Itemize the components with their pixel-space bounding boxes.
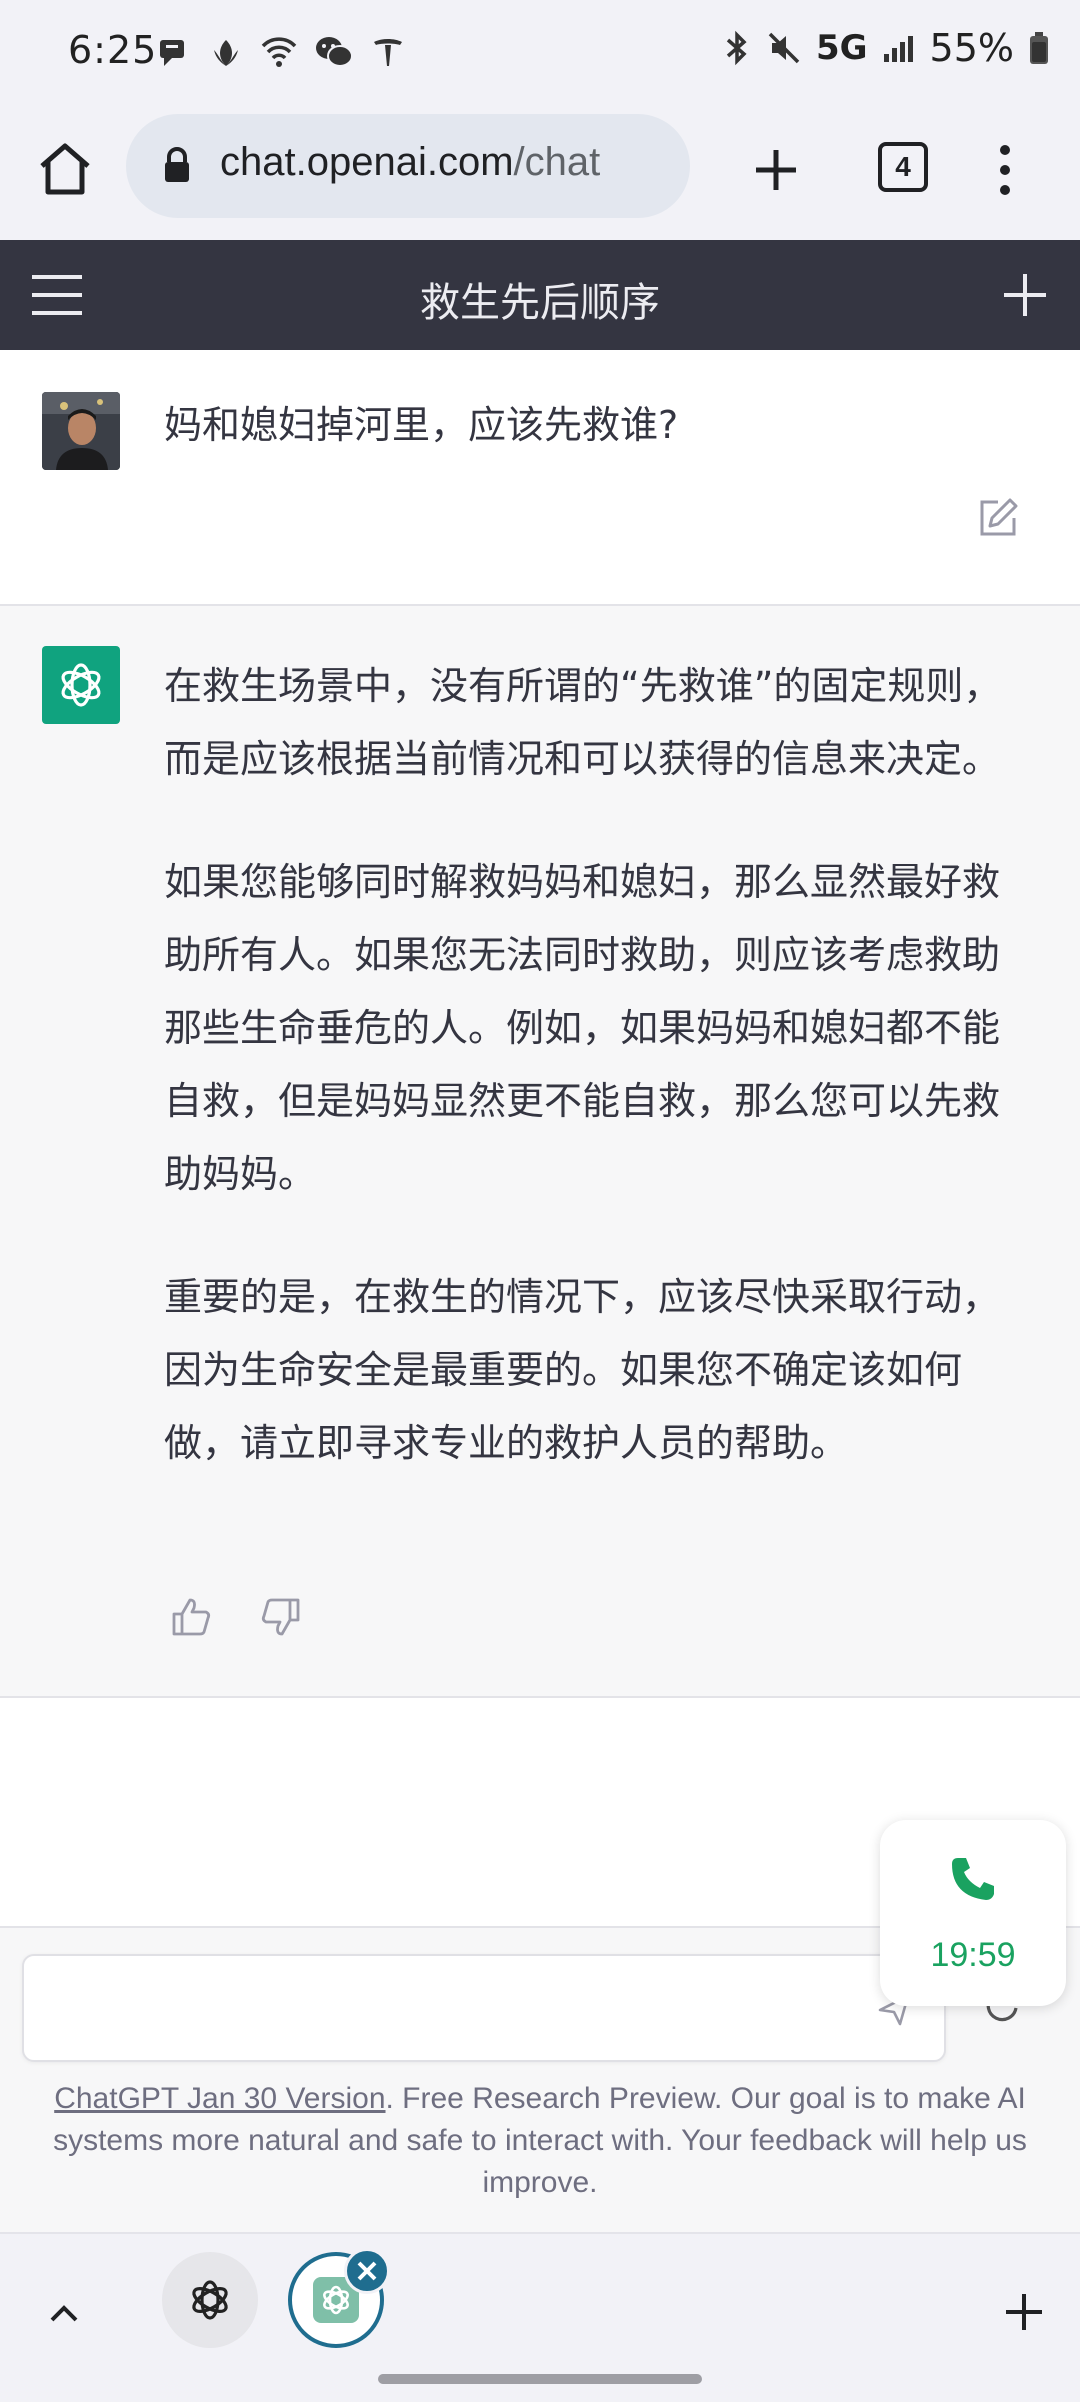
thumbs-up-icon[interactable]	[170, 1596, 212, 1638]
message-input[interactable]	[22, 1954, 946, 2062]
assistant-paragraph: 在救生场景中，没有所谓的“先救谁”的固定规则，而是应该根据当前情况和可以获得的信…	[164, 664, 1002, 781]
call-bubble[interactable]: 19:59	[880, 1820, 1066, 2006]
assistant-message: 在救生场景中，没有所谓的“先救谁”的固定规则，而是应该根据当前情况和可以获得的信…	[0, 606, 1080, 1698]
add-tab-icon[interactable]	[1002, 2290, 1046, 2334]
leaf-icon	[214, 40, 238, 66]
chevron-up-icon[interactable]	[44, 2294, 84, 2334]
openai-logo-icon	[42, 646, 120, 724]
system-icons: 5G 55%	[722, 26, 1050, 70]
wechat-icon	[316, 37, 353, 67]
assistant-paragraph: 如果您能够同时解救妈妈和媳妇，那么显然最好救助所有人。如果您无法同时救助，则应该…	[164, 860, 1001, 1196]
user-avatar	[42, 392, 120, 470]
message-icon	[160, 40, 184, 66]
new-tab-icon[interactable]	[744, 138, 808, 202]
status-bar: 6:25 5G 55%	[0, 0, 1080, 108]
mute-icon	[768, 32, 800, 64]
tab-switcher-button[interactable]: 4	[878, 142, 928, 192]
thumbs-down-icon[interactable]	[260, 1596, 302, 1638]
address-bar[interactable]: chat.openai.com/chat	[126, 114, 690, 218]
user-message-text: 妈和媳妇掉河里，应该先救谁?	[164, 403, 679, 447]
edit-icon[interactable]	[976, 496, 1020, 540]
new-chat-icon[interactable]	[1002, 272, 1048, 318]
call-timer: 19:59	[930, 1936, 1016, 1974]
more-menu-icon[interactable]	[990, 138, 1020, 202]
feedback-buttons	[170, 1596, 302, 1638]
close-tab-icon[interactable]	[344, 2248, 390, 2294]
url-host: chat.openai.com	[220, 140, 514, 184]
bluetooth-icon	[726, 30, 747, 66]
wifi-icon	[261, 37, 297, 67]
user-message: 妈和媳妇掉河里，应该先救谁?	[0, 350, 1080, 606]
home-icon[interactable]	[34, 138, 96, 200]
status-time: 6:25	[68, 28, 158, 72]
chat-header: 救生先后顺序	[0, 240, 1080, 350]
assistant-paragraph: 重要的是，在救生的情况下，应该尽快采取行动，因为生命安全是最重要的。如果您不确定…	[164, 1275, 1001, 1465]
disclaimer: ChatGPT Jan 30 Version. Free Research Pr…	[36, 2078, 1044, 2204]
url-text: chat.openai.com/chat	[220, 140, 600, 185]
browser-toolbar: chat.openai.com/chat 4	[0, 108, 1080, 240]
tab-thumbnail[interactable]	[162, 2252, 258, 2348]
url-path: /chat	[513, 140, 601, 184]
assistant-message-text: 在救生场景中，没有所谓的“先救谁”的固定规则，而是应该根据当前情况和可以获得的信…	[164, 650, 1014, 1530]
chat-title: 救生先后顺序	[420, 280, 660, 326]
version-link[interactable]: ChatGPT Jan 30 Version	[54, 2082, 385, 2115]
phone-icon	[952, 1858, 994, 1900]
tesla-icon	[374, 39, 402, 66]
battery-percent: 55%	[929, 26, 1014, 70]
lock-icon	[165, 147, 189, 182]
signal-icon	[883, 36, 913, 62]
home-indicator[interactable]	[378, 2374, 702, 2384]
battery-icon	[1030, 32, 1048, 64]
network-type: 5G	[815, 28, 868, 68]
notification-icons	[156, 34, 406, 70]
openai-logo-icon	[192, 2280, 228, 2320]
